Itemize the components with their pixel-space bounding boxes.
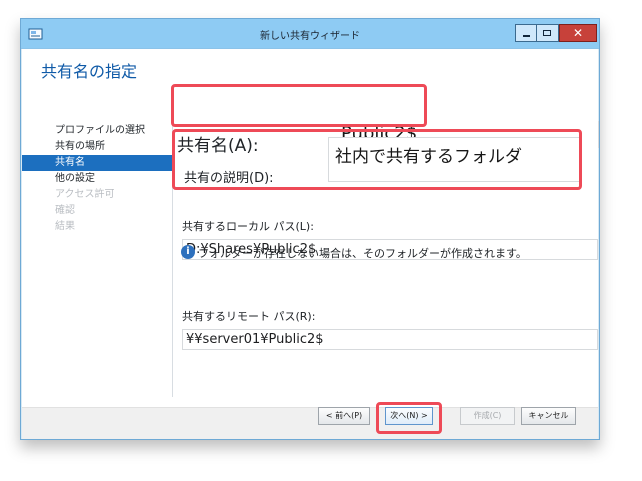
minimize-icon (523, 35, 530, 37)
description-label: 共有の説明(D): (184, 171, 274, 186)
step-divider (172, 115, 173, 397)
step-other-settings[interactable]: 他の設定 (22, 171, 172, 187)
step-permissions: アクセス許可 (55, 189, 115, 200)
cancel-button[interactable]: キャンセル (521, 407, 576, 425)
close-button[interactable]: ✕ (559, 24, 597, 42)
remote-path-input[interactable]: ¥¥server01¥Public2$ (182, 329, 598, 350)
back-button[interactable]: < 前へ(P) (318, 407, 370, 425)
step-confirmation: 確認 (55, 205, 75, 216)
window-titlebar: 新しい共有ウィザード ✕ (21, 19, 599, 49)
page-title: 共有名の指定 (41, 62, 138, 81)
window-title: 新しい共有ウィザード (260, 31, 360, 42)
share-wizard-window: 新しい共有ウィザード ✕ 共有名の指定 プロファイルの選択 共有の場所 共有名 … (20, 18, 600, 440)
remote-path-label: 共有するリモート パス(R): (182, 310, 316, 323)
maximize-icon (543, 30, 551, 36)
info-icon: i (181, 245, 195, 259)
window-right-border (599, 49, 600, 439)
create-button: 作成(C) (460, 407, 515, 425)
screenshot-stage: 新しい共有ウィザード ✕ 共有名の指定 プロファイルの選択 共有の場所 共有名 … (0, 0, 642, 481)
next-button[interactable]: 次へ(N) > (385, 407, 433, 425)
minimize-button[interactable] (515, 24, 537, 42)
wizard-step-list: プロファイルの選択 共有の場所 共有名 他の設定 アクセス許可 確認 結果 (22, 123, 172, 235)
folder-creation-info: フォルダーが存在しない場合は、そのフォルダーが作成されます。 (198, 247, 527, 260)
local-path-label: 共有するローカル パス(L): (182, 220, 314, 233)
step-share-location[interactable]: 共有の場所 (22, 139, 172, 155)
step-profile[interactable]: プロファイルの選択 (22, 123, 172, 139)
close-icon: ✕ (572, 26, 584, 40)
wizard-content: 共有名の指定 プロファイルの選択 共有の場所 共有名 他の設定 アクセス許可 確… (22, 49, 599, 407)
share-name-label: 共有名(A): (177, 136, 259, 156)
maximize-button[interactable] (537, 24, 559, 42)
step-results: 結果 (55, 221, 75, 232)
step-share-name[interactable]: 共有名 (22, 155, 172, 171)
description-input[interactable]: 社内で共有するフォルダ (328, 137, 580, 182)
